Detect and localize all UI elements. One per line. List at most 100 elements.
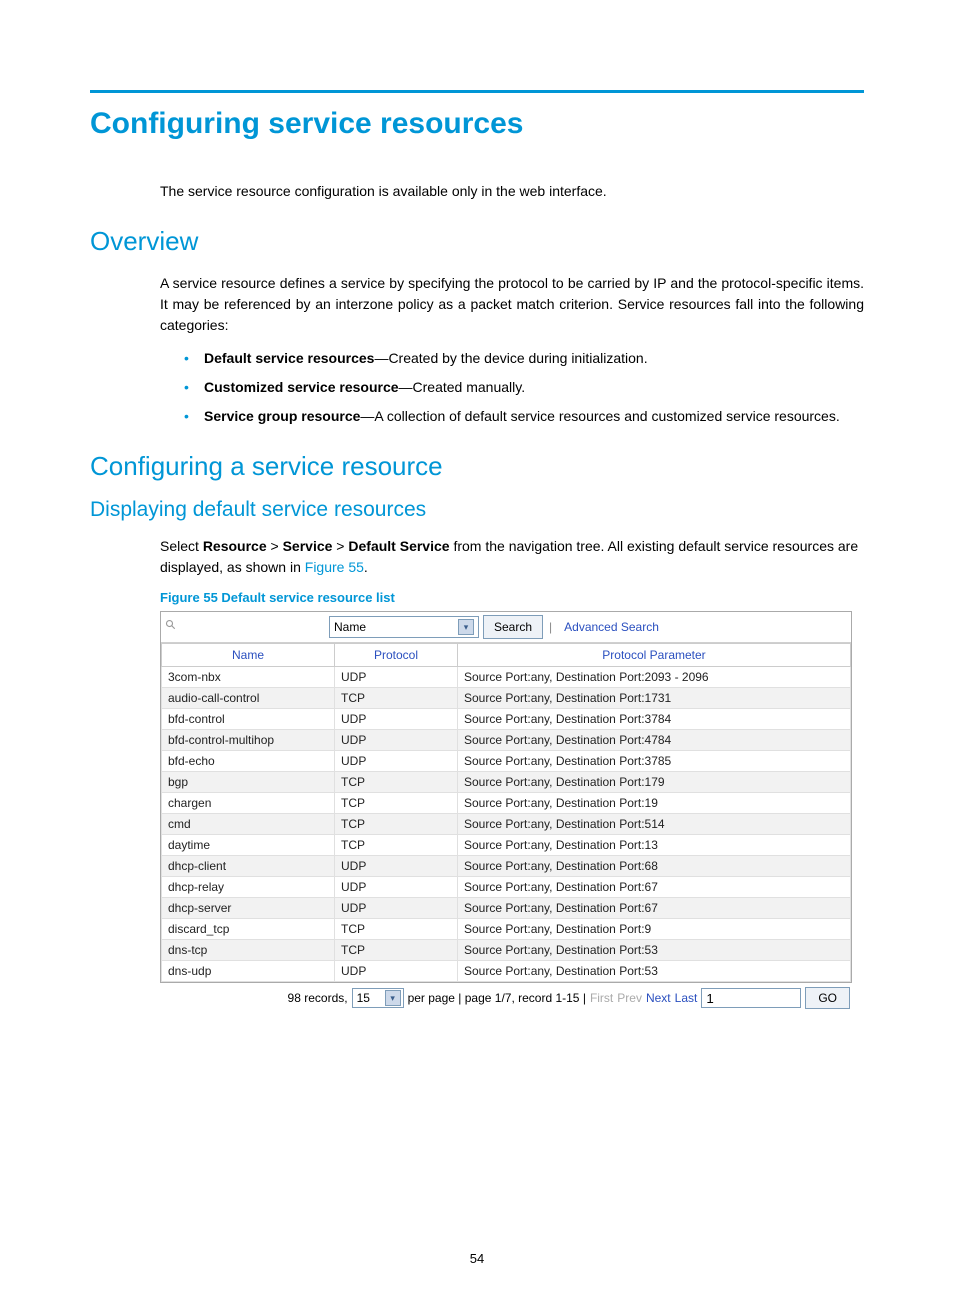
cell-name: chargen [162, 793, 335, 814]
cell-protocol: UDP [335, 961, 458, 982]
bc-sep: > [332, 538, 348, 554]
cell-name: 3com-nbx [162, 667, 335, 688]
service-table: Name Protocol Protocol Parameter 3com-nb… [161, 643, 851, 982]
cell-protocol: UDP [335, 856, 458, 877]
cell-protocol: TCP [335, 940, 458, 961]
go-button-label: GO [818, 991, 837, 1005]
chevron-down-icon: ▾ [458, 619, 474, 635]
bc-default-service: Default Service [348, 538, 449, 554]
figure-ref-link[interactable]: Figure 55 [305, 559, 364, 575]
bc-period: . [364, 559, 368, 575]
cell-param: Source Port:any, Destination Port:514 [458, 814, 851, 835]
search-icon [165, 619, 177, 631]
page-number-input[interactable] [701, 988, 801, 1008]
cell-name: discard_tcp [162, 919, 335, 940]
list-item: Customized service resource—Created manu… [180, 377, 864, 398]
per-page-select[interactable]: 15 ▾ [352, 988, 404, 1008]
table-row: cmdTCPSource Port:any, Destination Port:… [162, 814, 851, 835]
cell-param: Source Port:any, Destination Port:9 [458, 919, 851, 940]
table-row: 3com-nbxUDPSource Port:any, Destination … [162, 667, 851, 688]
cell-protocol: TCP [335, 814, 458, 835]
pager-prev: Prev [617, 991, 642, 1005]
list-item: Default service resources—Created by the… [180, 348, 864, 369]
search-bar: Name ▾ Search | Advanced Search [161, 612, 851, 643]
bc-sep: > [267, 538, 283, 554]
pager-first: First [590, 991, 613, 1005]
cell-param: Source Port:any, Destination Port:53 [458, 940, 851, 961]
cell-param: Source Port:any, Destination Port:3785 [458, 751, 851, 772]
pager: 98 records, 15 ▾ per page | page 1/7, re… [160, 983, 850, 1013]
cell-protocol: TCP [335, 772, 458, 793]
cell-name: dhcp-client [162, 856, 335, 877]
cell-name: cmd [162, 814, 335, 835]
bc-service: Service [283, 538, 333, 554]
table-row: bfd-controlUDPSource Port:any, Destinati… [162, 709, 851, 730]
cell-param: Source Port:any, Destination Port:67 [458, 877, 851, 898]
bc-prefix: Select [160, 538, 203, 554]
cell-param: Source Port:any, Destination Port:53 [458, 961, 851, 982]
intro-text: The service resource configuration is av… [160, 181, 864, 202]
table-row: bfd-control-multihopUDPSource Port:any, … [162, 730, 851, 751]
cell-param: Source Port:any, Destination Port:13 [458, 835, 851, 856]
config-heading: Configuring a service resource [90, 451, 864, 482]
records-count: 98 records, [288, 991, 348, 1005]
cell-param: Source Port:any, Destination Port:67 [458, 898, 851, 919]
cell-param: Source Port:any, Destination Port:1731 [458, 688, 851, 709]
search-input[interactable] [165, 618, 325, 636]
search-button-label: Search [494, 620, 532, 634]
cell-name: bfd-echo [162, 751, 335, 772]
search-button[interactable]: Search [483, 615, 543, 639]
table-row: daytimeTCPSource Port:any, Destination P… [162, 835, 851, 856]
cell-name: bfd-control [162, 709, 335, 730]
bullet-list: Default service resources—Created by the… [180, 348, 864, 427]
cell-name: bgp [162, 772, 335, 793]
cell-param: Source Port:any, Destination Port:3784 [458, 709, 851, 730]
separator: | [549, 620, 552, 634]
overview-heading: Overview [90, 226, 864, 257]
overview-para: A service resource defines a service by … [160, 273, 864, 336]
cell-name: audio-call-control [162, 688, 335, 709]
table-row: dns-tcpTCPSource Port:any, Destination P… [162, 940, 851, 961]
table-row: dhcp-serverUDPSource Port:any, Destinati… [162, 898, 851, 919]
cell-protocol: UDP [335, 751, 458, 772]
cell-protocol: TCP [335, 793, 458, 814]
page-number: 54 [0, 1251, 954, 1266]
bullet-bold: Customized service resource [204, 379, 399, 395]
cell-protocol: UDP [335, 709, 458, 730]
page-title: Configuring service resources [90, 107, 864, 141]
figure-caption: Figure 55 Default service resource list [160, 590, 864, 605]
per-page-text: per page | page 1/7, record 1-15 | [408, 991, 586, 1005]
bullet-rest: —Created by the device during initializa… [374, 350, 647, 366]
table-row: discard_tcpTCPSource Port:any, Destinati… [162, 919, 851, 940]
cell-name: bfd-control-multihop [162, 730, 335, 751]
search-field-select[interactable]: Name ▾ [329, 616, 479, 638]
pager-next[interactable]: Next [646, 991, 671, 1005]
cell-param: Source Port:any, Destination Port:2093 -… [458, 667, 851, 688]
cell-protocol: TCP [335, 835, 458, 856]
list-item: Service group resource—A collection of d… [180, 406, 864, 427]
display-heading: Displaying default service resources [90, 498, 864, 522]
cell-param: Source Port:any, Destination Port:4784 [458, 730, 851, 751]
bullet-bold: Service group resource [204, 408, 360, 424]
pager-last[interactable]: Last [675, 991, 698, 1005]
per-page-value: 15 [357, 991, 370, 1005]
col-header-name[interactable]: Name [162, 644, 335, 667]
table-row: bfd-echoUDPSource Port:any, Destination … [162, 751, 851, 772]
cell-name: dhcp-server [162, 898, 335, 919]
table-row: audio-call-controlTCPSource Port:any, De… [162, 688, 851, 709]
go-button[interactable]: GO [805, 987, 850, 1009]
col-header-param[interactable]: Protocol Parameter [458, 644, 851, 667]
bc-resource: Resource [203, 538, 267, 554]
cell-name: dns-tcp [162, 940, 335, 961]
col-header-protocol[interactable]: Protocol [335, 644, 458, 667]
table-row: bgpTCPSource Port:any, Destination Port:… [162, 772, 851, 793]
cell-protocol: TCP [335, 919, 458, 940]
chevron-down-icon: ▾ [385, 990, 401, 1006]
advanced-search-link[interactable]: Advanced Search [564, 620, 659, 634]
breadcrumb-para: Select Resource > Service > Default Serv… [160, 536, 864, 578]
cell-protocol: UDP [335, 898, 458, 919]
table-row: dhcp-relayUDPSource Port:any, Destinatio… [162, 877, 851, 898]
table-row: dhcp-clientUDPSource Port:any, Destinati… [162, 856, 851, 877]
table-row: chargenTCPSource Port:any, Destination P… [162, 793, 851, 814]
cell-protocol: TCP [335, 688, 458, 709]
